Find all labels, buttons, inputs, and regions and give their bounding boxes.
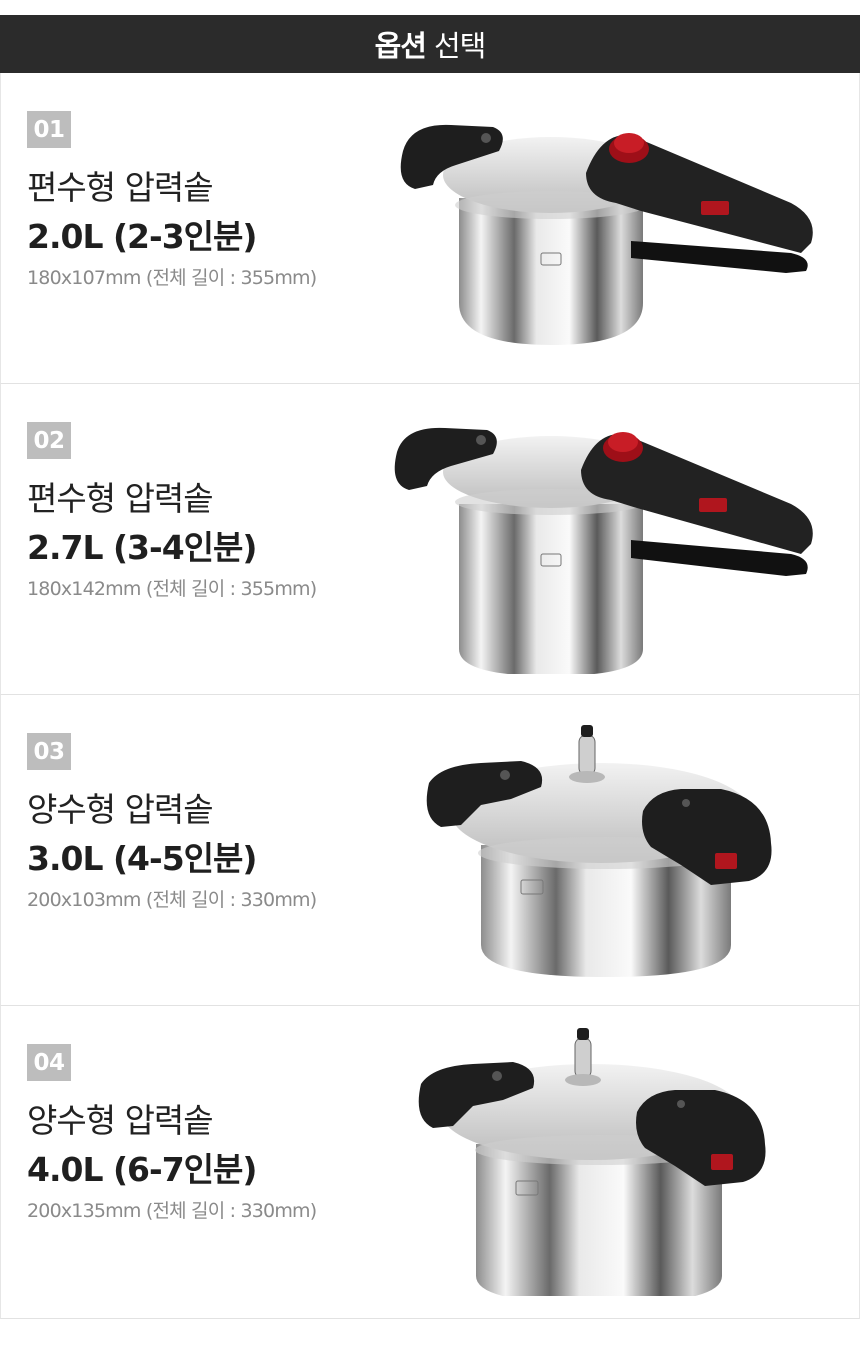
option-type: 편수형 압력솥 (27, 168, 214, 207)
option-capacity: 2.7L (3-4인분) (27, 528, 257, 567)
double-handle-pressure-cooker-tall-image (418, 1028, 766, 1296)
option-dimensions: 200x103mm (전체 길이 : 330mm) (27, 889, 317, 911)
option-select-header: 옵션 선택 (0, 15, 860, 73)
header-bold-text: 옵션 (374, 29, 427, 63)
option-number-badge: 02 (27, 422, 71, 459)
option-type: 양수형 압력솥 (27, 1101, 214, 1140)
option-capacity: 3.0L (4-5인분) (27, 839, 257, 878)
option-card-01[interactable]: 01 편수형 압력솥 2.0L (2-3인분) 180x107mm (전체 길이… (0, 73, 860, 384)
option-dimensions: 200x135mm (전체 길이 : 330mm) (27, 1200, 317, 1222)
option-number-badge: 03 (27, 733, 71, 770)
option-dimensions: 180x142mm (전체 길이 : 355mm) (27, 578, 317, 600)
page: 옵션 선택 01 편수형 압력솥 2.0L (2-3인분) 180x107mm … (0, 0, 860, 1363)
option-number-badge: 01 (27, 111, 71, 148)
option-list: 01 편수형 압력솥 2.0L (2-3인분) 180x107mm (전체 길이… (0, 73, 860, 1319)
option-card-03[interactable]: 03 양수형 압력솥 3.0L (4-5인분) 200x103mm (전체 길이… (0, 695, 860, 1006)
option-number-badge: 04 (27, 1044, 71, 1081)
option-card-02[interactable]: 02 편수형 압력솥 2.7L (3-4인분) 180x142mm (전체 길이… (0, 384, 860, 695)
single-handle-pressure-cooker-image (400, 124, 813, 345)
option-dimensions: 180x107mm (전체 길이 : 355mm) (27, 267, 317, 289)
header-light-text: 선택 (434, 29, 486, 63)
option-capacity: 4.0L (6-7인분) (27, 1150, 257, 1189)
option-type: 편수형 압력솥 (27, 479, 214, 518)
option-type: 양수형 압력솥 (27, 790, 214, 829)
single-handle-pressure-cooker-tall-image (394, 427, 813, 674)
option-capacity: 2.0L (2-3인분) (27, 217, 257, 256)
option-card-04[interactable]: 04 양수형 압력솥 4.0L (6-7인분) 200x135mm (전체 길이… (0, 1006, 860, 1319)
double-handle-pressure-cooker-image (426, 725, 772, 977)
